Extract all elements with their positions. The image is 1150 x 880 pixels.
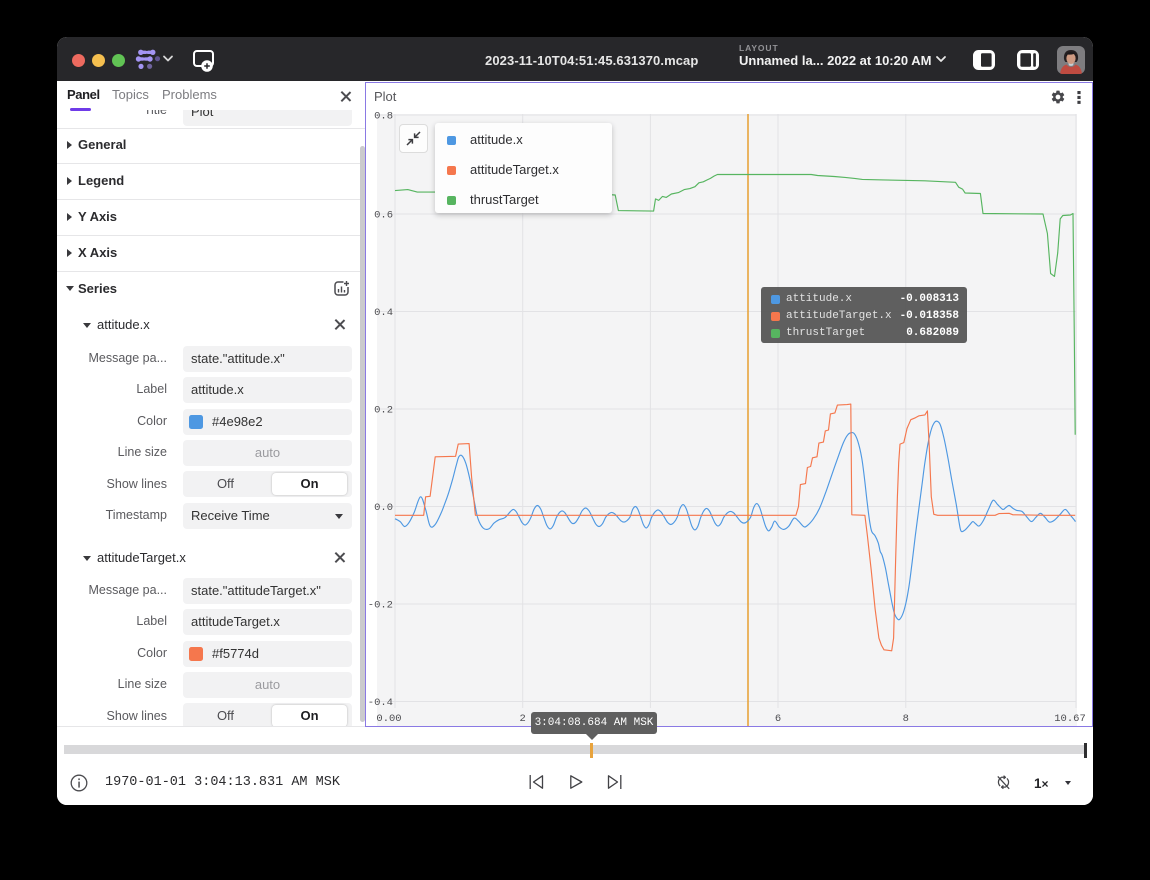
svg-text:0.0: 0.0 [374, 502, 393, 514]
svg-text:0.6: 0.6 [374, 210, 393, 222]
svg-text:0.2: 0.2 [374, 405, 393, 417]
svg-text:8: 8 [903, 713, 909, 725]
svg-text:2: 2 [520, 713, 526, 725]
svg-text:10.67: 10.67 [1054, 713, 1086, 725]
svg-text:0.00: 0.00 [376, 713, 401, 725]
svg-text:0.8: 0.8 [374, 111, 393, 123]
svg-text:0.4: 0.4 [374, 307, 393, 319]
svg-text:-0.4: -0.4 [368, 697, 393, 709]
svg-text:-0.2: -0.2 [368, 600, 393, 612]
svg-text:6: 6 [775, 713, 781, 725]
